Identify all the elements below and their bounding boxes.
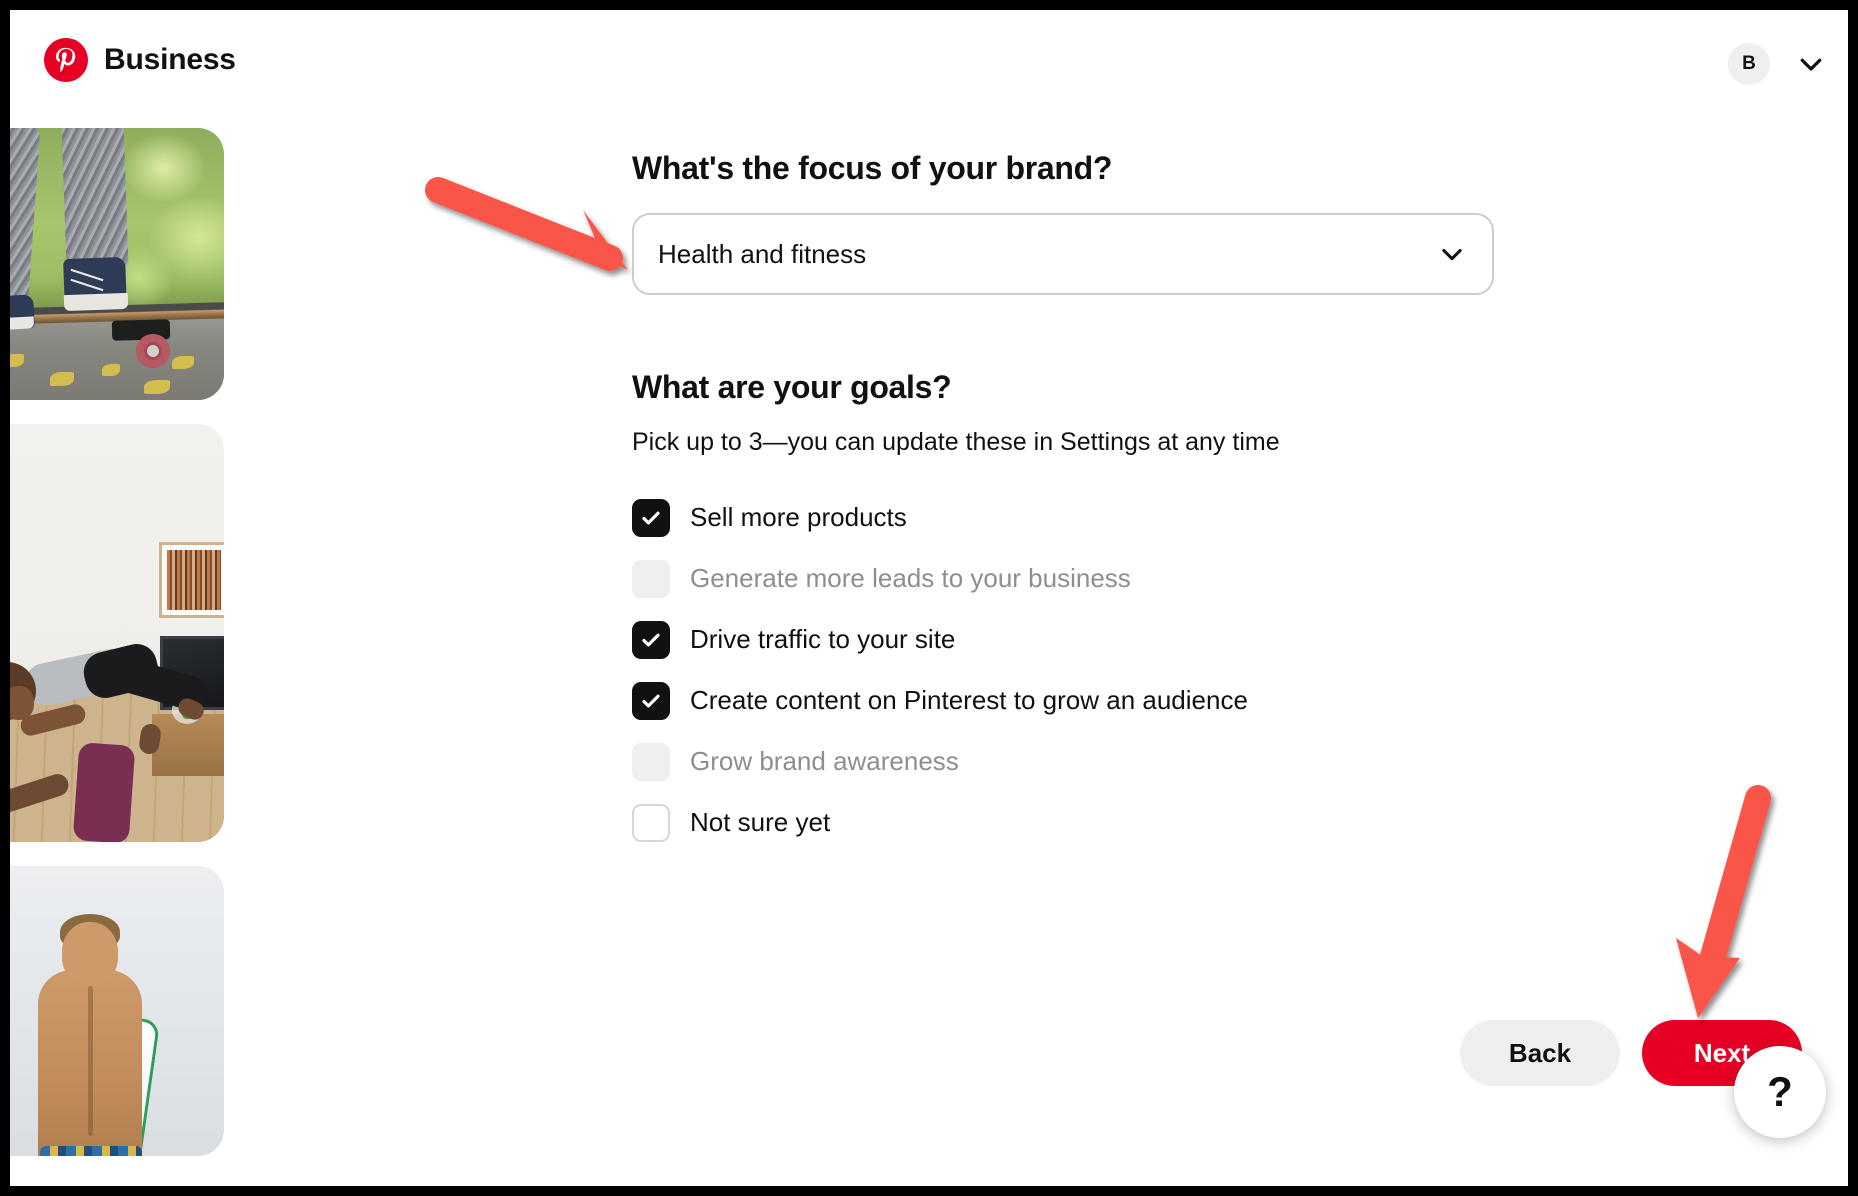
- goals-checkbox-list: Sell more products Generate more leads t…: [632, 487, 1672, 853]
- skateboarder-photo: [10, 128, 224, 400]
- browser-viewport: Business B What's the focus of your bran…: [10, 10, 1848, 1186]
- goal-label: Sell more products: [690, 502, 907, 532]
- checkbox-checked-icon[interactable]: [632, 620, 670, 659]
- brand-name-label: Business: [104, 43, 236, 76]
- app-header: Business B: [10, 10, 1848, 120]
- checkbox-checked-icon[interactable]: [632, 498, 670, 537]
- avatar[interactable]: B: [1728, 43, 1770, 85]
- onboarding-form: What's the focus of your brand? Health a…: [632, 150, 1672, 853]
- goal-option-drive-traffic[interactable]: Drive traffic to your site: [632, 609, 1672, 670]
- goal-option-grow-brand-awareness: Grow brand awareness: [632, 731, 1672, 792]
- goal-label: Create content on Pinterest to grow an a…: [690, 685, 1248, 715]
- goal-option-not-sure-yet[interactable]: Not sure yet: [632, 792, 1672, 853]
- goal-option-generate-more-leads: Generate more leads to your business: [632, 548, 1672, 609]
- chevron-down-icon: [1438, 240, 1466, 268]
- brand-focus-select[interactable]: Health and fitness: [632, 213, 1494, 295]
- goal-label: Generate more leads to your business: [690, 563, 1131, 593]
- brand-focus-selected-value: Health and fitness: [658, 238, 867, 269]
- help-button[interactable]: ?: [1734, 1046, 1826, 1138]
- checkbox-disabled-icon: [632, 559, 670, 598]
- back-button[interactable]: Back: [1460, 1020, 1620, 1086]
- account-menu[interactable]: B: [1728, 43, 1826, 85]
- acro-yoga-photo: [10, 424, 224, 842]
- goal-label: Drive traffic to your site: [690, 624, 956, 654]
- screenshot-frame: Business B What's the focus of your bran…: [0, 0, 1858, 1196]
- goal-option-create-content[interactable]: Create content on Pinterest to grow an a…: [632, 670, 1672, 731]
- checkbox-disabled-icon: [632, 742, 670, 781]
- checkbox-unchecked-icon[interactable]: [632, 803, 670, 842]
- chevron-down-icon[interactable]: [1796, 49, 1826, 79]
- checkbox-checked-icon[interactable]: [632, 681, 670, 720]
- goal-label: Grow brand awareness: [690, 746, 959, 776]
- goals-title: What are your goals?: [632, 369, 952, 405]
- brand-logo-group[interactable]: Business: [44, 38, 236, 82]
- goal-label: Not sure yet: [690, 807, 831, 837]
- goals-help-text: Pick up to 3—you can update these in Set…: [632, 428, 1280, 456]
- goal-option-sell-more-products[interactable]: Sell more products: [632, 487, 1672, 548]
- pinterest-logo-icon: [44, 38, 88, 82]
- surfer-photo: [10, 866, 224, 1156]
- brand-focus-title: What's the focus of your brand?: [632, 150, 1113, 186]
